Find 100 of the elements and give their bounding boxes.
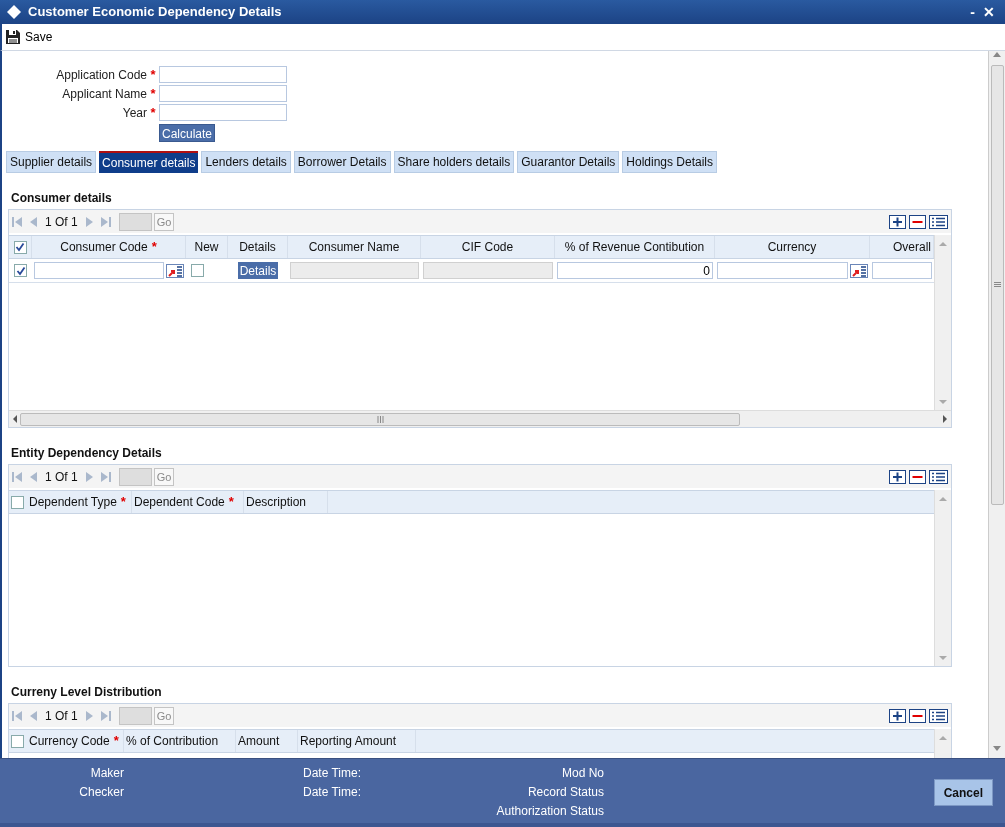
previous-page-icon[interactable]: [30, 215, 37, 228]
column-header: % of Contribution: [126, 733, 219, 750]
section-title: Consumer details: [10, 190, 113, 207]
vertical-scrollbar[interactable]: [934, 235, 951, 410]
column-header: Details: [239, 239, 276, 256]
column-header: Currency: [767, 239, 817, 256]
tab[interactable]: Holdings Details: [622, 151, 718, 173]
next-page-icon[interactable]: [85, 709, 93, 722]
grip-icon: [376, 415, 384, 423]
horizontal-scrollbar[interactable]: [9, 410, 951, 427]
column-header: Currency Code: [29, 733, 110, 750]
window-icon: [6, 4, 22, 20]
required-mark: *: [149, 65, 157, 84]
scroll-right-icon[interactable]: [943, 415, 948, 423]
required-mark: *: [149, 103, 157, 122]
column-header: Description: [246, 494, 307, 511]
previous-page-icon[interactable]: [30, 470, 37, 483]
vertical-scrollbar[interactable]: [934, 490, 951, 666]
readonly-field[interactable]: [423, 262, 553, 279]
required-mark: *: [113, 732, 119, 751]
required-mark: *: [228, 493, 234, 512]
field-label: Year: [121, 104, 147, 122]
grip-icon: [993, 282, 1001, 288]
next-page-icon[interactable]: [85, 215, 93, 228]
tab[interactable]: Borrower Details: [293, 151, 391, 173]
last-page-icon[interactable]: [100, 215, 111, 228]
close-button[interactable]: ✕: [979, 5, 999, 19]
column-header: Overall: [893, 239, 931, 256]
next-page-icon[interactable]: [85, 470, 93, 483]
list-view-icon[interactable]: [929, 469, 948, 484]
scroll-down-icon[interactable]: [939, 400, 947, 405]
column-header: % of Revenue Contibution: [564, 239, 705, 256]
column-header: CIF Code: [461, 239, 514, 256]
add-icon[interactable]: [889, 469, 906, 484]
checkbox[interactable]: [11, 734, 24, 748]
minimize-button[interactable]: -: [966, 5, 979, 19]
footer-label: Maker: [90, 765, 124, 781]
first-page-icon[interactable]: [12, 709, 22, 722]
footer-label: Authorization Status: [496, 803, 604, 819]
input-field[interactable]: [159, 85, 287, 102]
add-icon[interactable]: [889, 708, 906, 723]
last-page-icon[interactable]: [100, 470, 111, 483]
scroll-up-icon[interactable]: [939, 496, 947, 501]
required-mark: *: [151, 238, 157, 257]
input-field[interactable]: [34, 262, 164, 279]
list-view-icon[interactable]: [929, 214, 948, 229]
tab[interactable]: Lenders details: [201, 151, 291, 173]
details-button[interactable]: Details: [237, 262, 279, 279]
scroll-up-icon[interactable]: [939, 241, 947, 246]
footer-label: Date Time:: [303, 784, 363, 800]
scroll-left-icon[interactable]: [12, 415, 17, 423]
column-header: Reporting Amount: [300, 733, 397, 750]
checkbox[interactable]: [14, 264, 27, 277]
section-title: Curreny Level Distribution: [10, 684, 163, 701]
column-header: Consumer Code: [60, 239, 148, 256]
scroll-down-icon[interactable]: [993, 746, 1001, 752]
input-field[interactable]: [159, 104, 287, 121]
scroll-up-icon[interactable]: [939, 735, 947, 740]
checkbox[interactable]: [11, 495, 24, 509]
column-header: Consumer Name: [308, 239, 400, 256]
page-indicator: 1 Of 1: [45, 468, 78, 486]
remove-icon[interactable]: [909, 708, 926, 723]
save-button[interactable]: Save: [5, 28, 53, 46]
field-label: Application Code: [55, 66, 147, 84]
footer-label: Checker: [79, 784, 124, 800]
cancel-button[interactable]: Cancel: [933, 779, 993, 806]
footer-label: Date Time:: [303, 765, 363, 781]
first-page-icon[interactable]: [12, 470, 22, 483]
input-field[interactable]: [717, 262, 848, 279]
tab[interactable]: Share holders details: [393, 151, 515, 173]
calculate-button[interactable]: Calculate: [159, 124, 216, 142]
list-view-icon[interactable]: [929, 708, 948, 723]
input-field[interactable]: 0: [557, 262, 713, 279]
list-lookup-icon[interactable]: [850, 263, 868, 278]
previous-page-icon[interactable]: [30, 709, 37, 722]
checkbox[interactable]: [191, 264, 204, 277]
scroll-down-icon[interactable]: [939, 656, 947, 661]
input-field[interactable]: [872, 262, 932, 279]
tab[interactable]: Supplier details: [6, 151, 97, 173]
field-label: Applicant Name: [61, 85, 147, 103]
page-indicator: 1 Of 1: [45, 707, 78, 725]
list-lookup-icon[interactable]: [166, 263, 184, 278]
add-icon[interactable]: [889, 214, 906, 229]
remove-icon[interactable]: [909, 469, 926, 484]
readonly-field[interactable]: [290, 262, 419, 279]
footer-label: Record Status: [527, 784, 604, 800]
column-header: New: [194, 239, 219, 256]
checkbox[interactable]: [13, 240, 27, 254]
tab[interactable]: Consumer details: [99, 151, 199, 173]
input-field[interactable]: [159, 66, 287, 83]
remove-icon[interactable]: [909, 214, 926, 229]
first-page-icon[interactable]: [12, 215, 22, 228]
page-indicator: 1 Of 1: [45, 213, 78, 231]
tab[interactable]: Guarantor Details: [517, 151, 620, 173]
required-mark: *: [149, 84, 157, 103]
column-header: Amount: [238, 733, 280, 750]
last-page-icon[interactable]: [100, 709, 111, 722]
save-icon: [5, 29, 21, 45]
vertical-scrollbar[interactable]: [988, 51, 1005, 758]
required-mark: *: [120, 493, 126, 512]
